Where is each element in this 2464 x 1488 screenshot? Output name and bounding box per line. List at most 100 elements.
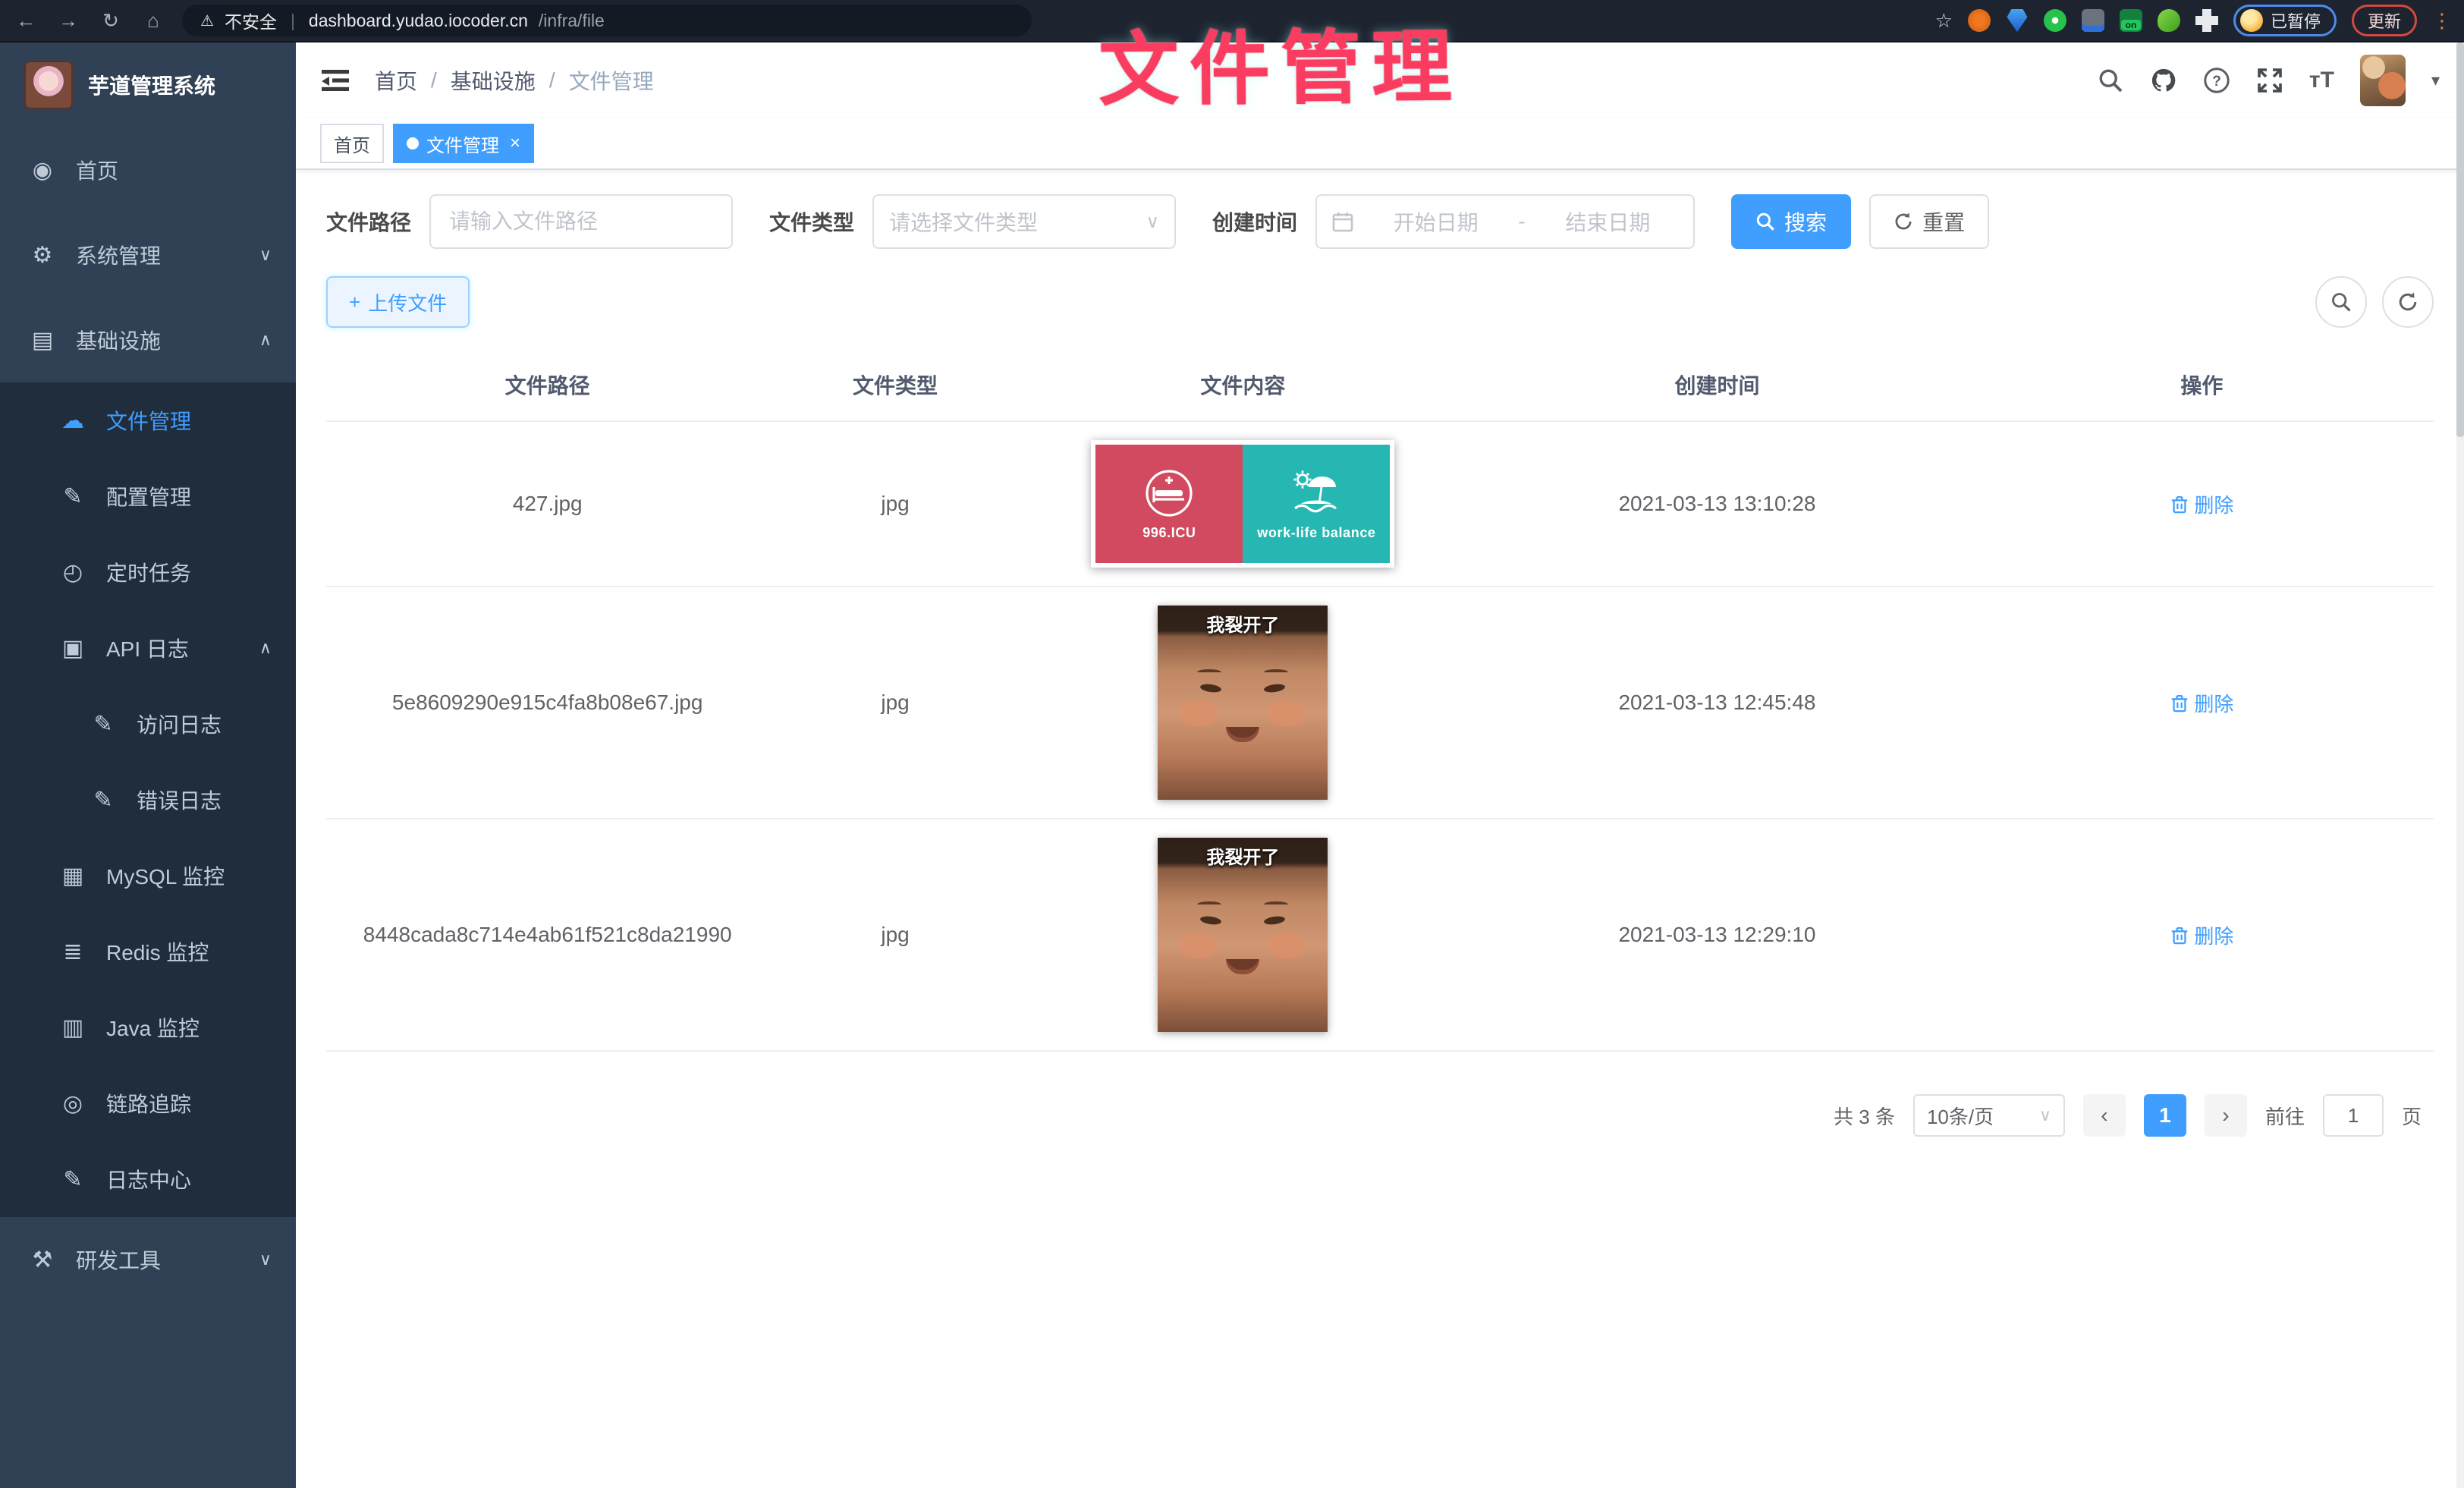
tag-label: 首页 [334,131,370,157]
sidebar-item-trace[interactable]: ◎ 链路追踪 [0,1065,296,1141]
extension-icon[interactable] [2044,9,2066,32]
reset-button[interactable]: 重置 [1869,194,1989,249]
extension-puzzle-icon[interactable] [2195,9,2218,32]
date-label: 创建时间 [1212,206,1297,237]
extension-icon[interactable] [2006,9,2029,32]
chevron-up-icon: ∧ [259,638,272,658]
page-size-select[interactable]: 10条/页 ∨ [1913,1094,2065,1137]
tag-home[interactable]: 首页 [320,124,384,163]
tag-file-manage[interactable]: 文件管理 × [393,124,534,163]
path-input[interactable] [429,194,733,249]
meme-face-decor [1264,915,1286,926]
search-button[interactable]: 搜索 [1731,194,1851,249]
page-unit-label: 页 [2402,1102,2422,1130]
refresh-table-button[interactable] [2382,276,2434,328]
browser-forward-icon[interactable]: → [55,0,82,42]
url-host: dashboard.yudao.iocoder.cn [309,11,528,31]
sidebar-item-redis[interactable]: ≣ Redis 监控 [0,914,296,989]
type-select[interactable]: 请选择文件类型 ∨ [872,194,1176,249]
meme-face-decor [1200,915,1222,926]
cell-file-path: 5e8609290e915c4fa8b08e67.jpg [326,691,768,715]
user-avatar[interactable] [2360,55,2406,106]
sidebar-item-home[interactable]: ◉ 首页 [0,127,296,212]
cell-file-type: jpg [768,492,1021,516]
delete-button[interactable]: 删除 [2170,921,2233,949]
date-end-placeholder: 结束日期 [1538,206,1678,237]
cell-file-path: 427.jpg [326,492,768,516]
sidebar-item-api-log[interactable]: ▣ API 日志 ∧ [0,610,296,686]
address-bar[interactable]: ⚠ 不安全 | dashboard.yudao.iocoder.cn/infra… [182,5,1032,36]
sidebar-item-label: 链路追踪 [106,1088,191,1118]
meme-face-decor [1200,683,1222,694]
tag-close-icon[interactable]: × [510,133,520,154]
banner-left: 996.ICU [1095,445,1243,563]
browser-menu-icon[interactable]: ⋮ [2432,9,2452,33]
prev-page-button[interactable]: ‹ [2083,1094,2126,1137]
breadcrumb-section[interactable]: 基础设施 [451,65,536,96]
table-row: 427.jpg jpg [326,422,2434,587]
sidebar-item-error-log[interactable]: ✎ 错误日志 [0,762,296,838]
sidebar-item-file-manage[interactable]: ☁ 文件管理 [0,382,296,458]
profile-paused-badge[interactable]: 已暂停 [2233,5,2337,36]
delete-button[interactable]: 删除 [2170,490,2233,518]
search-icon[interactable] [2097,67,2124,94]
upload-file-button[interactable]: + 上传文件 [326,276,470,328]
extension-icon[interactable] [2082,9,2104,32]
extension-on-icon[interactable]: on [2120,9,2142,32]
delete-button[interactable]: 删除 [2170,689,2233,717]
sidebar-item-infra[interactable]: ▤ 基础设施 ∧ [0,297,296,382]
sidebar-item-system[interactable]: ⚙ 系统管理 ∨ [0,212,296,297]
sidebar-item-java[interactable]: ▥ Java 监控 [0,989,296,1065]
avatar-caret-icon[interactable]: ▾ [2431,71,2440,90]
file-thumbnail-meme[interactable]: 我裂开了 [1158,606,1328,800]
sidebar-item-access-log[interactable]: ✎ 访问日志 [0,686,296,762]
sidebar-item-dev-tools[interactable]: ⚒ 研发工具 ∨ [0,1217,296,1302]
meme-face-decor [1264,683,1286,694]
sidebar-item-label: 定时任务 [106,557,191,587]
page-scrollbar[interactable] [2456,42,2464,1488]
extension-icon[interactable] [1968,9,1991,32]
scrollbar-thumb[interactable] [2456,42,2464,437]
cell-create-time: 2021-03-13 12:29:10 [1464,923,1970,947]
fullscreen-icon[interactable] [2256,67,2283,94]
page: 芋道管理系统 ◉ 首页 ⚙ 系统管理 ∨ ▤ 基础设施 ∧ ☁ [0,42,2464,1488]
breadcrumb-home[interactable]: 首页 [375,65,417,96]
next-page-button[interactable]: › [2205,1094,2247,1137]
cell-create-time: 2021-03-13 12:45:48 [1464,691,1970,715]
app-logo-row[interactable]: 芋道管理系统 [0,42,296,127]
chevron-down-icon: ∨ [259,1250,272,1269]
delete-label: 删除 [2194,689,2233,717]
sidebar-item-config[interactable]: ✎ 配置管理 [0,458,296,534]
search-button-label: 搜索 [1784,206,1827,237]
font-size-icon[interactable]: тT [2309,68,2334,93]
sidebar-item-cron[interactable]: ◴ 定时任务 [0,534,296,610]
security-label[interactable]: 不安全 [225,8,277,33]
github-icon[interactable] [2150,67,2177,94]
meme-face-decor [1226,727,1259,742]
bookmark-star-icon[interactable]: ☆ [1935,9,1953,33]
sidebar-item-log-center[interactable]: ✎ 日志中心 [0,1141,296,1217]
date-range-picker[interactable]: 开始日期 - 结束日期 [1315,194,1695,249]
extension-icon[interactable] [2158,9,2180,32]
file-thumbnail-996[interactable]: 996.ICU [1091,440,1394,568]
show-search-button[interactable] [2315,276,2367,328]
sidebar: 芋道管理系统 ◉ 首页 ⚙ 系统管理 ∨ ▤ 基础设施 ∧ ☁ [0,42,296,1488]
goto-page-input[interactable] [2323,1094,2384,1137]
meme-face-decor [1267,932,1306,959]
table-header-row: 文件路径 文件类型 文件内容 创建时间 操作 [326,349,2434,422]
sidebar-item-label: MySQL 监控 [106,860,225,891]
browser-back-icon[interactable]: ← [12,0,39,42]
browser-reload-icon[interactable]: ↻ [97,0,124,42]
sidebar-item-mysql[interactable]: ▦ MySQL 监控 [0,838,296,914]
update-button[interactable]: 更新 [2352,5,2417,36]
filter-date: 创建时间 开始日期 - 结束日期 [1212,194,1695,249]
dashboard-icon: ◉ [30,157,55,184]
help-icon[interactable]: ? [2203,67,2230,94]
delete-label: 删除 [2194,921,2233,949]
page-1-button[interactable]: 1 [2144,1094,2186,1137]
hamburger-icon[interactable] [320,65,350,96]
path-label: 文件路径 [326,206,411,237]
trash-icon [2170,494,2189,514]
file-thumbnail-meme[interactable]: 我裂开了 [1158,838,1328,1032]
browser-home-icon[interactable]: ⌂ [140,0,167,42]
